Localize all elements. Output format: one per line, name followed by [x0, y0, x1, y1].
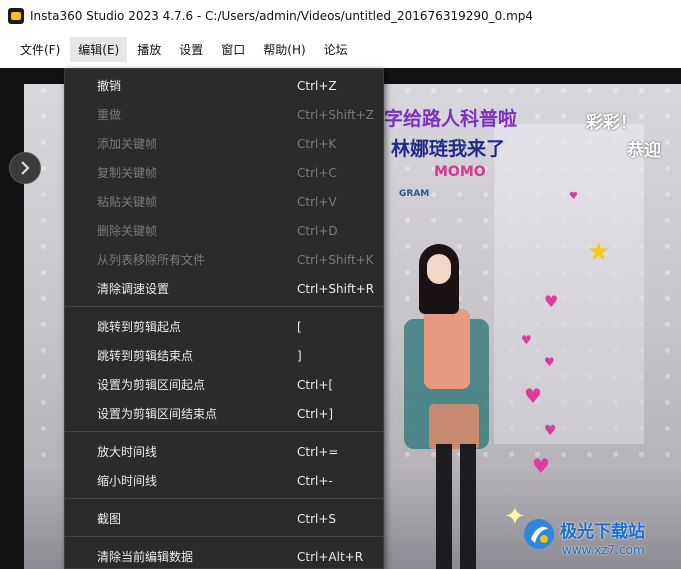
- heart-sticker-icon: ♥: [544, 292, 559, 311]
- menu-item-shortcut: Ctrl+=: [297, 444, 339, 459]
- overlay-caption-2: 林娜琏我来了: [391, 138, 506, 160]
- menu-item-label: 从列表移除所有文件: [97, 253, 206, 267]
- menu-item-remove-all-files: 从列表移除所有文件 Ctrl+Shift+K: [65, 245, 383, 274]
- menu-play[interactable]: 播放: [129, 37, 169, 62]
- overlay-caption-right-1: 彩彩！: [586, 113, 637, 133]
- menu-item-jump-to-clip-start[interactable]: 跳转到剪辑起点 [: [65, 312, 383, 341]
- app-logo-icon: [8, 8, 24, 24]
- menu-item-zoom-out-timeline[interactable]: 缩小时间线 Ctrl+-: [65, 466, 383, 495]
- menu-item-shortcut: Ctrl+K: [297, 136, 337, 151]
- menu-bar: 文件(F) 编辑(E) 播放 设置 窗口 帮助(H) 论坛: [0, 32, 681, 66]
- menu-item-zoom-in-timeline[interactable]: 放大时间线 Ctrl+=: [65, 437, 383, 466]
- menu-item-shortcut: Ctrl+]: [297, 406, 334, 421]
- dancer-top: [424, 309, 470, 389]
- menu-item-shortcut: ]: [297, 348, 302, 363]
- menu-separator: [65, 536, 383, 537]
- title-bar: Insta360 Studio 2023 4.7.6 - C:/Users/ad…: [0, 0, 681, 32]
- menu-item-shortcut: Ctrl+Shift+K: [297, 252, 374, 267]
- menu-item-label: 设置为剪辑区间结束点: [97, 407, 218, 421]
- heart-sticker-icon: ♥: [544, 423, 557, 439]
- menu-item-label: 清除调速设置: [97, 282, 170, 296]
- menu-separator: [65, 431, 383, 432]
- menu-item-shortcut: Ctrl+Shift+Z: [297, 107, 374, 122]
- menu-item-label: 清除当前编辑数据: [97, 550, 194, 564]
- overlay-caption-3: MOMO: [434, 164, 486, 180]
- menu-item-shortcut: Ctrl+D: [297, 223, 338, 238]
- menu-item-undo[interactable]: 撤销 Ctrl+Z: [65, 71, 383, 100]
- menu-item-clear-speed-settings[interactable]: 清除调速设置 Ctrl+Shift+R: [65, 274, 383, 303]
- menu-separator: [65, 306, 383, 307]
- menu-item-shortcut: Ctrl+Z: [297, 78, 337, 93]
- overlay-small-text: GRAM: [399, 189, 430, 199]
- menu-item-label: 删除关键帧: [97, 224, 158, 238]
- watermark-logo-icon: [524, 519, 554, 549]
- heart-sticker-icon: ♥: [524, 384, 542, 408]
- menu-item-label: 缩小时间线: [97, 474, 158, 488]
- menu-item-label: 添加关键帧: [97, 137, 158, 151]
- menu-item-shortcut: Ctrl+[: [297, 377, 334, 392]
- watermark-url: www.xz7.com: [562, 543, 645, 557]
- menu-item-set-range-start[interactable]: 设置为剪辑区间起点 Ctrl+[: [65, 370, 383, 399]
- chevron-right-icon[interactable]: [9, 152, 41, 184]
- menu-item-shortcut: Ctrl+Alt+R: [297, 549, 364, 564]
- menu-item-label: 粘贴关键帧: [97, 195, 158, 209]
- menu-item-shortcut: Ctrl+Shift+R: [297, 281, 375, 296]
- menu-item-label: 跳转到剪辑起点: [97, 320, 182, 334]
- menu-settings[interactable]: 设置: [171, 37, 211, 62]
- menu-item-label: 设置为剪辑区间起点: [97, 378, 206, 392]
- overlay-caption-right-2: 恭迎: [627, 141, 661, 161]
- watermark-title: 极光下载站: [560, 522, 645, 542]
- menu-item-shortcut: Ctrl+C: [297, 165, 337, 180]
- watermark: 极光下载站 www.xz7.com: [522, 515, 672, 565]
- menu-item-paste-keyframe: 粘贴关键帧 Ctrl+V: [65, 187, 383, 216]
- menu-item-add-keyframe: 添加关键帧 Ctrl+K: [65, 129, 383, 158]
- window-title: Insta360 Studio 2023 4.7.6 - C:/Users/ad…: [30, 9, 534, 23]
- menu-item-set-range-end[interactable]: 设置为剪辑区间结束点 Ctrl+]: [65, 399, 383, 428]
- menu-item-jump-to-clip-end[interactable]: 跳转到剪辑结束点 ]: [65, 341, 383, 370]
- menu-item-shortcut: [: [297, 319, 302, 334]
- menu-item-shortcut: Ctrl+V: [297, 194, 337, 209]
- menu-item-shortcut: Ctrl+S: [297, 511, 337, 526]
- menu-item-label: 截图: [97, 512, 122, 526]
- background-panel: [494, 124, 644, 444]
- menu-item-shortcut: Ctrl+-: [297, 473, 333, 488]
- menu-item-redo: 重做 Ctrl+Shift+Z: [65, 100, 383, 129]
- edit-dropdown-menu: 撤销 Ctrl+Z 重做 Ctrl+Shift+Z 添加关键帧 Ctrl+K 复…: [64, 68, 384, 569]
- menu-item-clear-edit-data[interactable]: 清除当前编辑数据 Ctrl+Alt+R: [65, 542, 383, 568]
- menu-file[interactable]: 文件(F): [12, 37, 68, 62]
- menu-item-label: 放大时间线: [97, 445, 158, 459]
- menu-item-copy-keyframe: 复制关键帧 Ctrl+C: [65, 158, 383, 187]
- heart-sticker-icon: ♥: [544, 355, 555, 369]
- dancer-face: [427, 254, 451, 284]
- dancer-legs: [436, 444, 476, 569]
- overlay-caption-1: 字给路人科普啦: [384, 108, 518, 130]
- menu-item-label: 撤销: [97, 79, 122, 93]
- menu-item-screenshot[interactable]: 截图 Ctrl+S: [65, 504, 383, 533]
- menu-item-delete-keyframe: 删除关键帧 Ctrl+D: [65, 216, 383, 245]
- menu-edit[interactable]: 编辑(E): [70, 36, 128, 62]
- heart-sticker-icon: ♥: [532, 454, 550, 478]
- menu-separator: [65, 498, 383, 499]
- dancer-skirt: [429, 404, 479, 449]
- heart-sticker-icon: ♥: [569, 191, 578, 202]
- menu-item-label: 跳转到剪辑结束点: [97, 349, 194, 363]
- menu-forum[interactable]: 论坛: [316, 37, 356, 62]
- menu-window[interactable]: 窗口: [213, 37, 253, 62]
- heart-sticker-icon: ♥: [521, 333, 532, 347]
- star-sticker-icon: ★: [587, 237, 611, 267]
- menu-help[interactable]: 帮助(H): [255, 37, 313, 62]
- menu-item-label: 重做: [97, 108, 122, 122]
- menu-item-label: 复制关键帧: [97, 166, 158, 180]
